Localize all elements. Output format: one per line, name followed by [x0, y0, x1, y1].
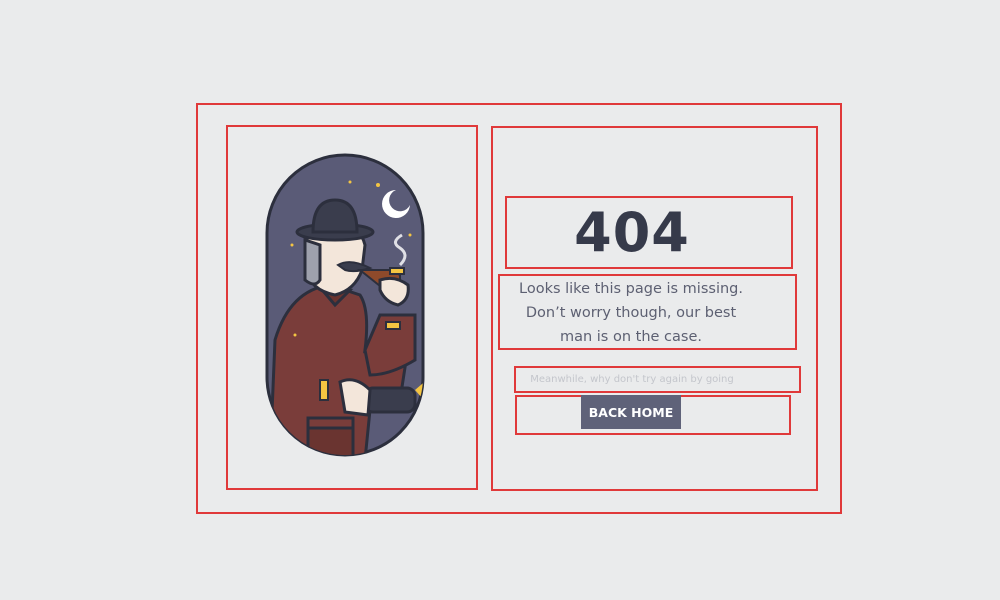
hint-text: Meanwhile, why don't try again by going — [530, 374, 734, 385]
back-home-button[interactable]: BACK HOME — [581, 395, 681, 429]
error-message: Looks like this page is missing. Don’t w… — [498, 274, 764, 350]
detective-illustration — [265, 153, 425, 457]
message-line-1: Looks like this page is missing. — [519, 281, 743, 297]
error-code-heading: 404 — [574, 201, 690, 264]
message-line-2: Don’t worry though, our best — [525, 305, 737, 321]
flashlight — [363, 386, 417, 414]
message-line-3: man is on the case. — [559, 329, 702, 345]
bowler-hat — [311, 198, 359, 234]
